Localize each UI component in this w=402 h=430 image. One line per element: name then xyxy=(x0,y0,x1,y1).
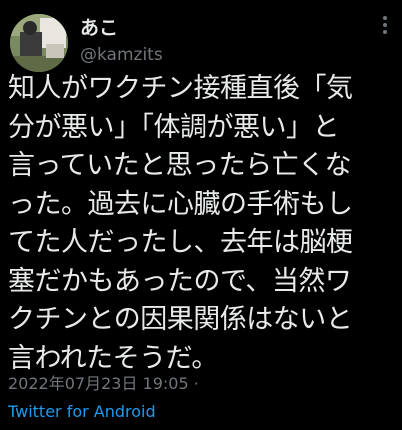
tweet-text-line: てた人だったし、去年は脳梗 xyxy=(8,227,353,258)
author-block: あこ @kamzits xyxy=(80,16,163,66)
tweet: あこ @kamzits 知人がワクチン接種直後「気 分が悪い」「体調が悪い」と … xyxy=(0,0,402,430)
tweet-text-line: った。過去に心臓の手術もし xyxy=(8,188,353,220)
avatar[interactable] xyxy=(10,14,68,72)
display-name[interactable]: あこ xyxy=(80,16,163,40)
tweet-meta: 2022年07月23日 19:05 · xyxy=(8,374,199,394)
tweet-text-line: 言われたそうだ。 xyxy=(8,342,218,374)
tweet-text-line: 言っていたと思ったら亡くな xyxy=(8,150,352,181)
source-link[interactable]: Twitter for Android xyxy=(8,402,156,422)
timestamp[interactable]: 2022年07月23日 19:05 xyxy=(8,374,189,393)
meta-separator: · xyxy=(193,374,199,393)
profile-photo-icon xyxy=(10,14,68,72)
tweet-text-line: 知人がワクチン接種直後「気 xyxy=(8,73,353,104)
tweet-text-line: 分が悪い」「体調が悪い」と xyxy=(8,111,340,143)
more-options-button[interactable] xyxy=(374,14,396,36)
tweet-text: 知人がワクチン接種直後「気 分が悪い」「体調が悪い」と 言っていたと思ったら亡く… xyxy=(8,70,398,378)
user-handle[interactable]: @kamzits xyxy=(80,44,163,66)
more-vertical-icon xyxy=(383,16,387,34)
tweet-text-line: クチンとの因果関係はないと xyxy=(8,304,353,335)
tweet-text-line: 塞だかもあったので、当然ワ xyxy=(8,265,352,297)
